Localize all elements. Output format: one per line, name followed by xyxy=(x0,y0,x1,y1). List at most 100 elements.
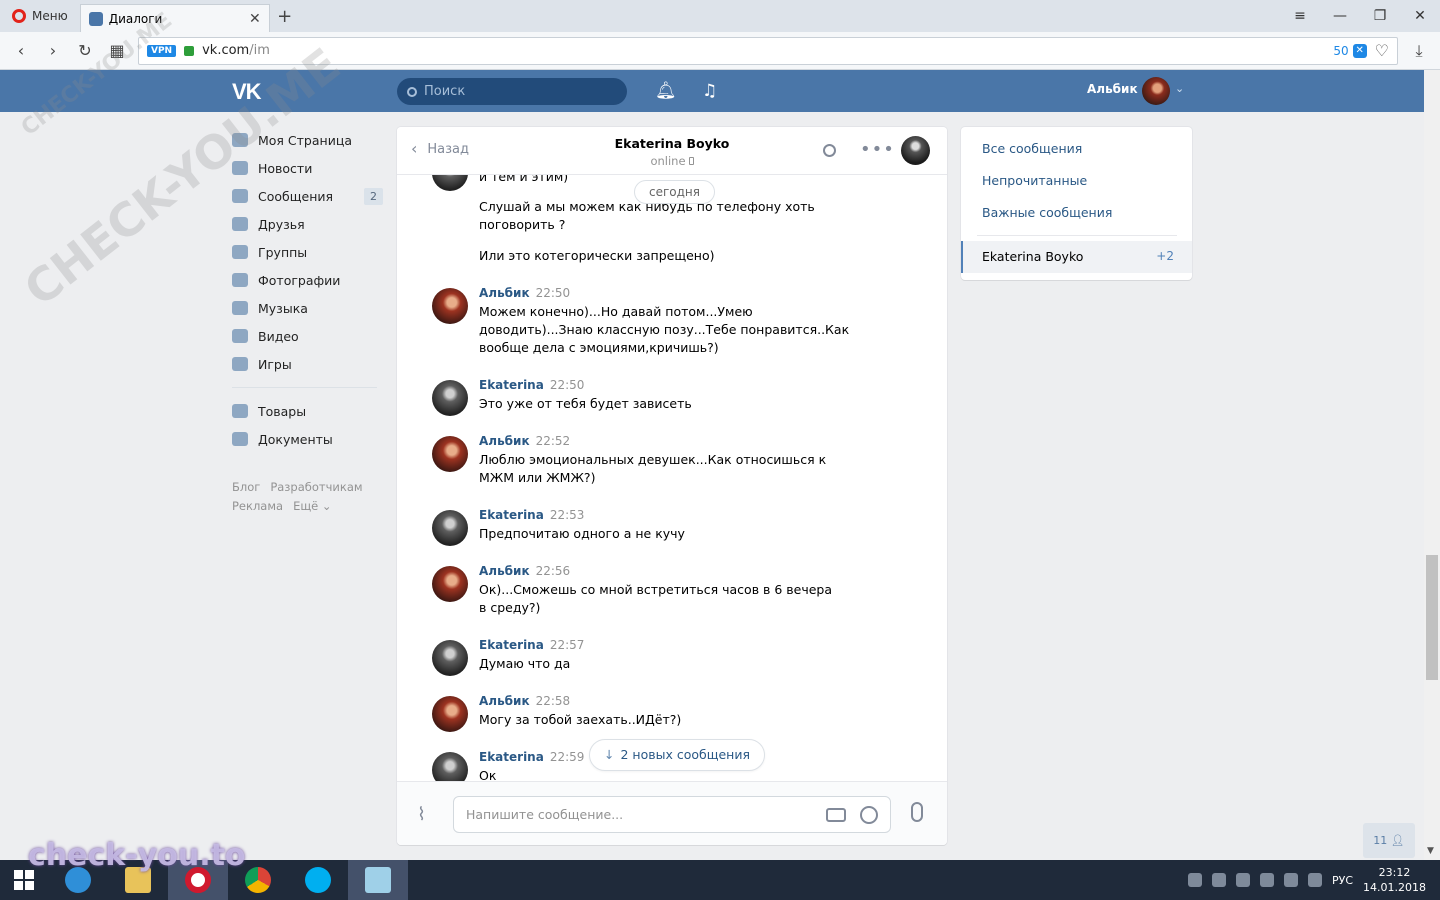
vk-favicon-icon xyxy=(88,11,103,26)
clock-time: 23:12 xyxy=(1378,866,1411,879)
message-author[interactable]: Ekaterina xyxy=(479,638,544,652)
scroll-down-icon[interactable]: ▼ xyxy=(1427,846,1434,856)
notifications-bell-icon[interactable]: 🔔︎ xyxy=(655,81,677,101)
microphone-icon[interactable] xyxy=(911,802,923,822)
message-author[interactable]: Альбик xyxy=(479,694,530,708)
ad-blocker-counter[interactable]: 50 ✕ xyxy=(1333,43,1367,58)
sidebar-item-music[interactable]: Музыка xyxy=(228,294,383,322)
sidebar-item-documents[interactable]: Документы xyxy=(228,425,383,453)
active-dialog-item[interactable]: Ekaterina Boyko +2 xyxy=(961,241,1192,273)
network-icon[interactable] xyxy=(1283,873,1298,887)
restore-icon[interactable]: ❐ xyxy=(1360,0,1400,32)
peer-avatar[interactable] xyxy=(901,136,930,165)
avatar[interactable] xyxy=(432,436,468,472)
sidebar-item-news[interactable]: Новости xyxy=(228,154,383,182)
music-note-icon[interactable]: ♫ xyxy=(702,81,717,101)
reload-icon[interactable]: ↻ xyxy=(74,41,96,60)
avatar[interactable] xyxy=(432,175,468,191)
lock-icon[interactable] xyxy=(184,45,195,56)
scrollbar-thumb[interactable] xyxy=(1426,555,1438,680)
friends-icon xyxy=(232,217,248,231)
sidebar-item-photos[interactable]: Фотографии xyxy=(228,266,383,294)
tray-app-icon[interactable] xyxy=(1211,873,1226,887)
window-close-icon[interactable]: ✕ xyxy=(1400,0,1440,32)
blog-link[interactable]: Блог xyxy=(232,480,260,494)
message-author[interactable]: Ekaterina xyxy=(479,378,544,392)
tray-skype-icon[interactable] xyxy=(1235,873,1250,887)
emoji-smile-icon[interactable] xyxy=(860,805,878,824)
opera-menu-button[interactable]: Меню xyxy=(0,0,80,32)
avatar[interactable] xyxy=(432,752,468,781)
tray-app-icon[interactable] xyxy=(1259,873,1274,887)
attach-paperclip-icon[interactable]: ⌇ xyxy=(417,804,426,825)
header-user-name[interactable]: Альбик xyxy=(1087,82,1138,96)
language-indicator[interactable]: РУС xyxy=(1332,874,1353,887)
url-text[interactable]: vk.com/im xyxy=(202,43,270,58)
online-friends-button[interactable]: 11 👤︎ xyxy=(1363,823,1415,858)
message-time: 22:59 xyxy=(549,750,585,764)
taskbar-skype[interactable] xyxy=(288,860,348,900)
message-author[interactable]: Альбик xyxy=(479,286,530,300)
camera-icon xyxy=(232,273,248,287)
message-filters-panel: Все сообщения Непрочитанные Важные сообщ… xyxy=(961,127,1192,280)
bookmark-heart-icon[interactable]: ♡ xyxy=(1375,41,1389,60)
message-text: Предпочитаю одного а не кучу xyxy=(479,526,685,541)
message-time: 22:58 xyxy=(535,694,571,708)
messages-count-badge: 2 xyxy=(364,187,383,205)
tab-menu-icon[interactable]: ≡ xyxy=(1280,0,1320,32)
header-avatar[interactable] xyxy=(1142,77,1170,105)
avatar[interactable] xyxy=(432,640,468,676)
message-author[interactable]: Альбик xyxy=(479,434,530,448)
taskbar-clock[interactable]: 23:12 14.01.2018 xyxy=(1363,865,1426,895)
page-scrollbar[interactable] xyxy=(1424,70,1440,860)
sidebar-item-messages[interactable]: Сообщения 2 xyxy=(228,182,383,210)
sidebar-item-market[interactable]: Товары xyxy=(228,397,383,425)
speed-dial-icon[interactable]: ▦ xyxy=(106,41,128,60)
compose-area: ⌇ xyxy=(397,781,947,845)
avatar[interactable] xyxy=(432,566,468,602)
browser-tab-dialogs[interactable]: Диалоги ✕ xyxy=(79,4,270,32)
new-tab-button[interactable]: + xyxy=(270,6,300,27)
forward-nav-icon[interactable]: › xyxy=(42,41,64,60)
avatar[interactable] xyxy=(432,510,468,546)
avatar[interactable] xyxy=(432,380,468,416)
tray-app-icon[interactable] xyxy=(1187,873,1202,887)
ads-link[interactable]: Реклама xyxy=(232,499,283,513)
download-icon[interactable]: ⤓ xyxy=(1408,41,1430,61)
minimize-icon[interactable]: — xyxy=(1320,0,1360,32)
message-input[interactable] xyxy=(466,807,826,822)
message-history[interactable]: сегодня и тем и этим) Слушай а мы можем … xyxy=(397,175,947,781)
sidebar-footer-links: Блог Разработчикам Реклама Ещё ⌄ xyxy=(232,478,382,516)
sidebar-item-video[interactable]: Видео xyxy=(228,322,383,350)
vpn-badge[interactable]: VPN xyxy=(147,44,177,57)
vk-search-input[interactable] xyxy=(424,84,604,99)
volume-icon[interactable] xyxy=(1307,873,1322,887)
message-author[interactable]: Альбик xyxy=(479,564,530,578)
developers-link[interactable]: Разработчикам xyxy=(270,480,362,494)
sidebar-item-my-page[interactable]: Моя Страница xyxy=(228,126,383,154)
search-icon[interactable] xyxy=(823,144,836,157)
back-nav-icon[interactable]: ‹ xyxy=(10,41,32,60)
message-input-box[interactable] xyxy=(453,796,891,833)
sidebar-item-games[interactable]: Игры xyxy=(228,350,383,378)
more-options-icon[interactable]: ••• xyxy=(860,139,895,160)
message-author[interactable]: Ekaterina xyxy=(479,750,544,764)
camera-icon[interactable] xyxy=(826,807,846,822)
vk-search-box[interactable] xyxy=(397,78,627,105)
url-field[interactable]: VPN vk.com/im 50 ✕ ♡ xyxy=(138,36,1398,65)
avatar[interactable] xyxy=(432,288,468,324)
tab-close-icon[interactable]: ✕ xyxy=(249,11,261,27)
sidebar-item-friends[interactable]: Друзья xyxy=(228,210,383,238)
new-messages-button[interactable]: ↓ 2 новых сообщения xyxy=(589,739,765,771)
filters-divider xyxy=(977,235,1177,236)
filter-unread[interactable]: Непрочитанные xyxy=(982,173,1087,188)
chevron-down-icon[interactable]: ⌄ xyxy=(1175,82,1184,95)
message-author[interactable]: Ekaterina xyxy=(479,508,544,522)
avatar[interactable] xyxy=(432,696,468,732)
more-link[interactable]: Ещё ⌄ xyxy=(293,499,331,513)
vk-logo[interactable]: VK xyxy=(232,79,262,105)
sidebar-item-groups[interactable]: Группы xyxy=(228,238,383,266)
filter-important[interactable]: Важные сообщения xyxy=(982,205,1112,220)
taskbar-app[interactable] xyxy=(348,860,408,900)
filter-all-messages[interactable]: Все сообщения xyxy=(982,141,1082,156)
